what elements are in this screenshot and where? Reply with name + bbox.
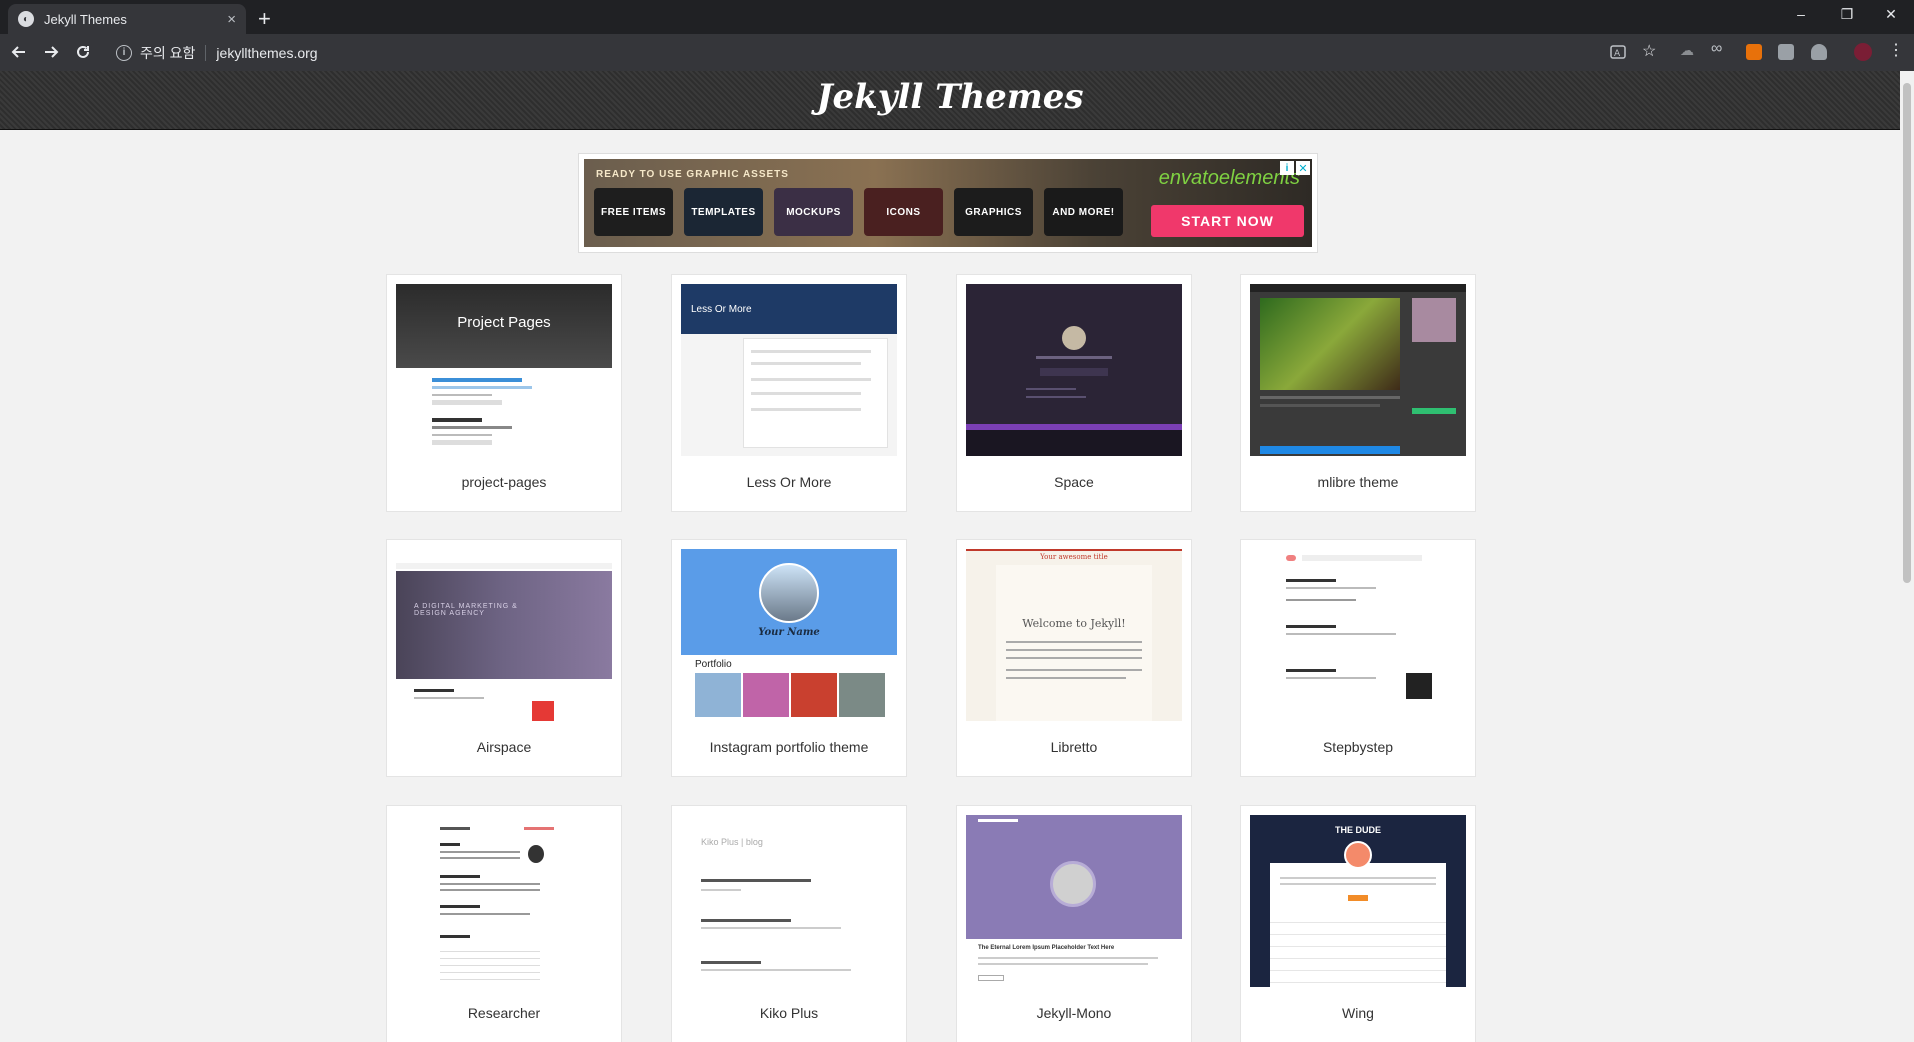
address-separator <box>205 44 207 61</box>
theme-card-researcher[interactable]: Researcher <box>386 805 622 1042</box>
close-window-button[interactable]: ✕ <box>1868 0 1914 28</box>
page-scrollbar[interactable] <box>1900 71 1914 1042</box>
theme-name: Wing <box>1342 1005 1374 1021</box>
ad-category-free-items[interactable]: FREE ITEMS <box>594 188 673 236</box>
site-favicon-icon: ◐ <box>18 11 34 27</box>
theme-name: Researcher <box>467 1005 541 1021</box>
security-warning-label: 주의 요함 <box>140 44 196 61</box>
theme-card-airspace[interactable]: A DIGITAL MARKETING & DESIGN AGENCY Airs… <box>386 539 622 777</box>
ad-category-icons[interactable]: ICONS <box>864 188 943 236</box>
translate-icon[interactable]: A <box>1610 44 1626 60</box>
preview-title: THE DUDE <box>1334 825 1381 835</box>
browser-toolbar: i 주의 요함 jekyllthemes.org A ☆ ☁ ∞ ⋮ <box>0 34 1914 71</box>
svg-text:A: A <box>1614 49 1621 59</box>
preview-title: Your Name <box>758 627 820 638</box>
theme-card-instagram-portfolio[interactable]: Your Name Portfolio Instagram portfolio … <box>671 539 907 777</box>
orange-extension-icon[interactable] <box>1746 44 1762 60</box>
theme-name: Less Or More <box>746 474 832 490</box>
preview-title: Welcome to Jekyll! <box>1022 617 1126 630</box>
theme-thumbnail: Project Pages <box>396 284 612 456</box>
theme-name: Space <box>1054 474 1094 490</box>
minimize-button[interactable]: – <box>1778 0 1824 28</box>
scrollbar-thumb[interactable] <box>1903 83 1911 583</box>
theme-thumbnail: Your awesome title Welcome to Jekyll! <box>966 549 1182 721</box>
preview-title: The Eternal Lorem Ipsum Placeholder Text… <box>978 945 1115 951</box>
tab-close-icon[interactable]: × <box>227 11 236 28</box>
theme-name: Jekyll-Mono <box>1036 1005 1112 1021</box>
theme-thumbnail: THE DUDE <box>1250 815 1466 987</box>
address-bar[interactable]: i 주의 요함 jekyllthemes.org <box>108 38 1618 67</box>
browser-titlebar: ◐ Jekyll Themes × + – ❐ ✕ <box>0 0 1914 34</box>
preview-title: Project Pages <box>457 314 551 331</box>
theme-card-stepbystep[interactable]: Stepbystep <box>1240 539 1476 777</box>
theme-thumbnail: The Eternal Lorem Ipsum Placeholder Text… <box>966 815 1182 987</box>
ad-info-icon[interactable]: i <box>1280 161 1294 175</box>
ad-category-more[interactable]: AND MORE! <box>1044 188 1123 236</box>
theme-thumbnail: Less Or More <box>681 284 897 456</box>
reload-icon <box>77 45 89 58</box>
theme-card-space[interactable]: Space <box>956 274 1192 512</box>
ad-start-now-button[interactable]: START NOW <box>1151 205 1304 237</box>
preview-header: Your awesome title <box>1040 553 1108 561</box>
ad-headline: READY TO USE GRAPHIC ASSETS <box>596 169 789 180</box>
theme-card-project-pages[interactable]: Project Pages project-pages <box>386 274 622 512</box>
theme-card-kiko-plus[interactable]: Kiko Plus | blog Kiko Plus <box>671 805 907 1042</box>
ad-banner[interactable]: READY TO USE GRAPHIC ASSETS FREE ITEMS T… <box>578 153 1318 253</box>
theme-card-mlibre[interactable]: mlibre theme <box>1240 274 1476 512</box>
theme-card-libretto[interactable]: Your awesome title Welcome to Jekyll! Li… <box>956 539 1192 777</box>
infinity-extension-icon[interactable]: ∞ <box>1711 40 1727 57</box>
theme-name: project-pages <box>461 474 547 490</box>
profile-avatar[interactable] <box>1854 43 1872 61</box>
theme-card-jekyll-mono[interactable]: The Eternal Lorem Ipsum Placeholder Text… <box>956 805 1192 1042</box>
browser-tab[interactable]: ◐ Jekyll Themes × <box>8 4 246 34</box>
theme-thumbnail: A DIGITAL MARKETING & DESIGN AGENCY <box>396 549 612 721</box>
forward-arrow-icon <box>45 46 59 58</box>
preview-subtitle: Portfolio <box>695 659 732 670</box>
menu-kebab-icon[interactable]: ⋮ <box>1888 40 1904 59</box>
theme-thumbnail: Your Name Portfolio <box>681 549 897 721</box>
theme-thumbnail <box>396 815 612 987</box>
theme-name: mlibre theme <box>1317 474 1399 490</box>
info-extension-icon[interactable] <box>1778 44 1794 60</box>
info-icon[interactable]: i <box>116 44 132 61</box>
back-button[interactable] <box>6 39 32 65</box>
preview-title: Less Or More <box>691 304 752 315</box>
bookmark-star-icon[interactable]: ☆ <box>1642 41 1658 60</box>
ad-close-icon[interactable]: ✕ <box>1296 161 1310 175</box>
shield-extension-icon[interactable] <box>1811 44 1827 60</box>
preview-title: A DIGITAL MARKETING & DESIGN AGENCY <box>414 603 518 617</box>
reload-button[interactable] <box>70 39 96 65</box>
theme-card-less-or-more[interactable]: Less Or More Less Or More <box>671 274 907 512</box>
page-viewport: Jekyll Themes READY TO USE GRAPHIC ASSET… <box>0 71 1900 1042</box>
theme-name: Stepbystep <box>1322 739 1394 755</box>
cloud-extension-icon[interactable]: ☁ <box>1680 42 1696 58</box>
site-header: Jekyll Themes <box>0 71 1900 130</box>
ad-category-graphics[interactable]: GRAPHICS <box>954 188 1033 236</box>
back-arrow-icon <box>11 46 25 58</box>
preview-title: Kiko Plus | blog <box>701 837 763 847</box>
theme-thumbnail: Kiko Plus | blog <box>681 815 897 987</box>
url-text[interactable]: jekyllthemes.org <box>216 45 317 61</box>
theme-name: Kiko Plus <box>759 1005 819 1021</box>
site-logo[interactable]: Jekyll Themes <box>0 77 1900 117</box>
ad-brand-logo: envatoelements <box>1158 167 1300 189</box>
theme-thumbnail <box>1250 549 1466 721</box>
tab-title: Jekyll Themes <box>44 11 127 27</box>
theme-card-wing[interactable]: THE DUDE Wing <box>1240 805 1476 1042</box>
ad-category-mockups[interactable]: MOCKUPS <box>774 188 853 236</box>
restore-button[interactable]: ❐ <box>1824 0 1870 28</box>
new-tab-button[interactable]: + <box>258 6 271 32</box>
theme-name: Instagram portfolio theme <box>709 739 869 755</box>
theme-name: Libretto <box>1050 739 1098 755</box>
theme-thumbnail <box>966 284 1182 456</box>
forward-button[interactable] <box>38 39 64 65</box>
ad-category-templates[interactable]: TEMPLATES <box>684 188 763 236</box>
theme-name: Airspace <box>476 739 532 755</box>
theme-thumbnail <box>1250 284 1466 456</box>
